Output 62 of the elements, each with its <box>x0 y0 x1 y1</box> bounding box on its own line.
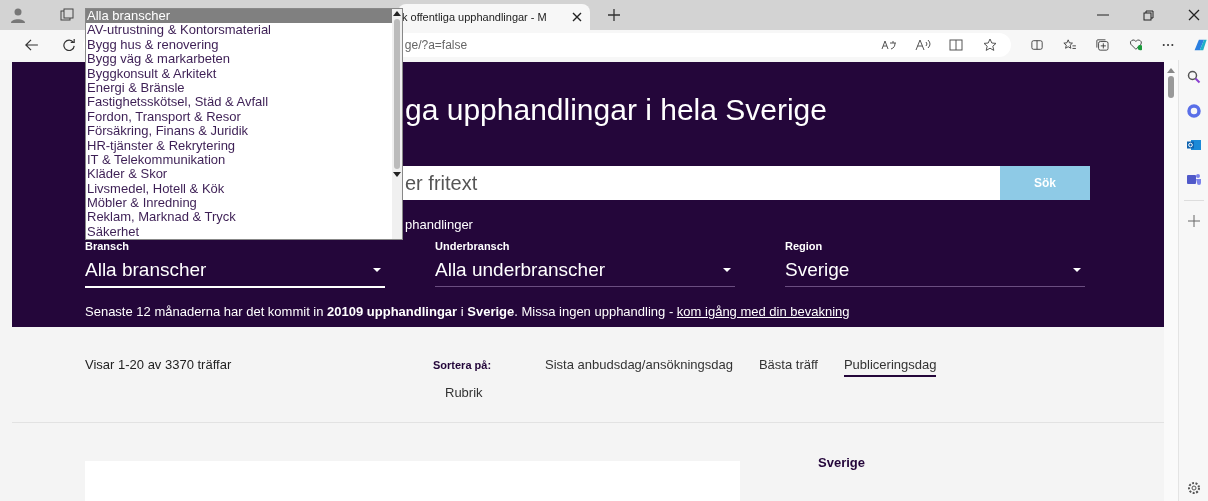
summary-text: Senaste 12 månaderna har det kommit in 20109 upphandlingar i Sverige. Missa ingen upphandling - kom igång med din bevakning <box>85 304 851 319</box>
sort-option[interactable]: Publiceringsdag <box>843 357 937 378</box>
favorites-icon[interactable] <box>1062 38 1076 52</box>
sort-option[interactable]: Rubrik <box>445 385 483 404</box>
dropdown-option[interactable]: Säkerhet <box>86 224 392 239</box>
filter-dropdown[interactable]: Alla underbranscher <box>435 255 735 287</box>
dropdown-option[interactable]: Försäkring, Finans & Juridik <box>86 124 392 139</box>
people-icon[interactable] <box>1186 172 1201 186</box>
filter-dropdown[interactable]: Alla branscher <box>85 255 385 288</box>
dropdown-option[interactable]: Reklam, Marknad & Tryck <box>86 210 392 225</box>
dropdown-option[interactable]: Bygg hus & renovering <box>86 37 392 53</box>
caret-icon <box>373 268 381 272</box>
result-count: Visar 1-20 av 3370 träffar <box>85 357 232 373</box>
back-icon[interactable] <box>25 38 39 52</box>
filter-label: Bransch <box>85 240 131 252</box>
scroll-thumb[interactable] <box>394 19 400 169</box>
scroll-up-icon[interactable] <box>393 11 401 16</box>
star-icon[interactable] <box>982 38 997 52</box>
filter-label: Underbransch <box>435 240 511 252</box>
caret-icon <box>723 268 731 272</box>
dropdown-option[interactable]: Alla branscher <box>86 9 392 24</box>
copilot-icon[interactable] <box>1192 37 1208 53</box>
heart-icon[interactable] <box>1128 38 1143 52</box>
dropdown-option[interactable]: Fastighetsskötsel, Städ & Avfall <box>86 95 392 110</box>
refresh-icon[interactable] <box>62 38 75 52</box>
add-icon[interactable] <box>1187 215 1200 227</box>
scroll-down-icon[interactable] <box>393 172 401 177</box>
dropdown-option[interactable]: Byggkonsult & Arkitekt <box>86 66 392 81</box>
dropdown-option[interactable]: Energi & Bränsle <box>86 80 392 96</box>
circle-logo-icon[interactable] <box>1186 104 1201 118</box>
dropdown-option[interactable]: Fordon, Transport & Resor <box>86 109 392 125</box>
mail-icon[interactable] <box>1186 138 1201 152</box>
sort-option[interactable]: Bästa träff <box>758 357 818 378</box>
subscribe-link[interactable]: kom igång med din bevakning <box>676 304 850 319</box>
close-icon[interactable] <box>1188 9 1200 21</box>
close-icon[interactable] <box>572 12 582 22</box>
sort-option[interactable]: Sista anbudsdag/ansökningsdag <box>545 357 733 378</box>
dropdown-option[interactable]: Kläder & Skor <box>86 167 392 182</box>
filter-label: Region <box>785 240 824 252</box>
tabs-icon[interactable] <box>60 8 74 22</box>
browser-tab[interactable]: k offentliga upphandlingar - M <box>398 4 590 30</box>
filter-dropdown[interactable]: Sverige <box>785 255 1085 287</box>
split-icon[interactable] <box>1030 39 1043 51</box>
translate-icon[interactable] <box>880 39 897 51</box>
reader-icon[interactable] <box>948 39 965 51</box>
dropdown-option[interactable]: HR-tjänster & Rekrytering <box>86 138 392 153</box>
collections-icon[interactable] <box>1095 38 1109 52</box>
sort-label: Sortera på: <box>433 359 492 372</box>
more-icon[interactable] <box>1162 43 1175 47</box>
caret-icon <box>1073 268 1081 272</box>
dropdown-option[interactable]: IT & Telekommunikation <box>86 152 392 168</box>
search-icon[interactable] <box>1186 70 1201 84</box>
scroll-thumb[interactable] <box>1168 76 1174 98</box>
restore-icon[interactable] <box>1143 9 1154 21</box>
filter-toggle-link[interactable]: phandlinger <box>405 217 1164 232</box>
profile-icon[interactable] <box>10 7 26 23</box>
page-title: ga upphandlingar i hela Sverige <box>405 92 828 128</box>
settings-icon[interactable] <box>1186 481 1201 495</box>
region-heading: Sverige <box>818 455 865 472</box>
read-aloud-icon[interactable] <box>914 39 931 51</box>
new-tab-icon[interactable] <box>608 9 620 21</box>
dropdown-option[interactable]: Livsmedel, Hotell & Kök <box>86 181 392 197</box>
